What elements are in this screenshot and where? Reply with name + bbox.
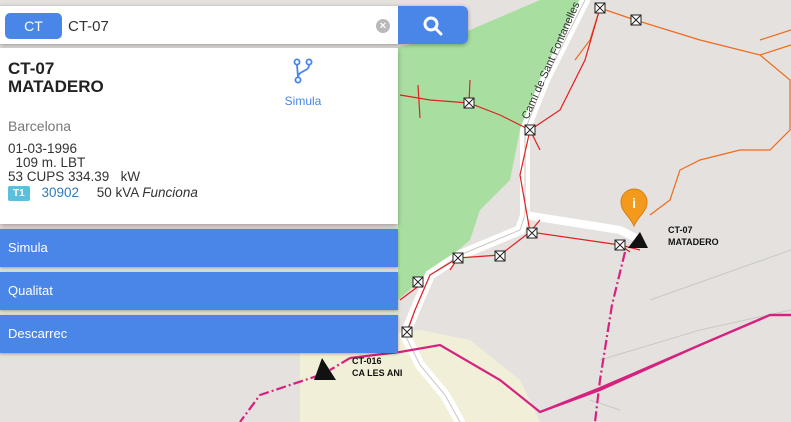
support-marker <box>494 250 506 262</box>
transformer-power: 50 kVA <box>96 185 139 200</box>
support-marker <box>412 276 424 288</box>
support-marker <box>526 227 538 239</box>
transformer-status: Funciona <box>142 185 198 200</box>
station-info-card: CT-07 MATADERO Simula Barcelona 01-03-19… <box>0 48 398 224</box>
search-type-button[interactable]: CT <box>5 13 62 39</box>
svg-text:i: i <box>632 195 636 211</box>
cups-info: 53 CUPS 334.39 kW <box>8 169 141 184</box>
support-marker <box>524 124 536 136</box>
search-bar: CT × <box>0 6 468 44</box>
transformer-row: T1 30902 50 kVA Funciona <box>8 185 198 201</box>
station-code: CT-07 <box>8 59 55 78</box>
station-name: MATADERO <box>8 77 104 96</box>
transformer-id-link[interactable]: 30902 <box>41 185 79 200</box>
support-marker <box>594 2 606 14</box>
line-info: 109 m. LBT <box>8 155 86 170</box>
support-marker <box>463 97 475 109</box>
install-date: 01-03-1996 <box>8 141 78 156</box>
search-button[interactable] <box>398 6 468 44</box>
branch-icon <box>293 58 313 84</box>
simula-button[interactable]: Simula <box>0 229 398 267</box>
station-code-label: CT-016 <box>352 356 382 366</box>
simula-link-label: Simula <box>284 94 322 108</box>
station-name-label: CA LES ANI <box>352 368 402 378</box>
support-marker <box>614 239 626 251</box>
support-marker <box>630 14 642 26</box>
descarrec-button[interactable]: Descarrec <box>0 315 398 353</box>
search-icon <box>423 16 443 36</box>
station-name-label: MATADERO <box>668 237 719 247</box>
transformer-badge: T1 <box>8 186 30 201</box>
station-code-label: CT-07 <box>668 225 693 235</box>
station-city: Barcelona <box>8 118 72 134</box>
support-marker <box>452 252 464 264</box>
clear-icon[interactable]: × <box>376 19 390 33</box>
search-input[interactable] <box>66 12 370 40</box>
qualitat-button[interactable]: Qualitat <box>0 272 398 310</box>
station-details: 01-03-1996 109 m. LBT 53 CUPS 334.39 kW <box>8 142 140 184</box>
support-marker <box>401 326 413 338</box>
simula-link[interactable]: Simula <box>278 58 328 108</box>
